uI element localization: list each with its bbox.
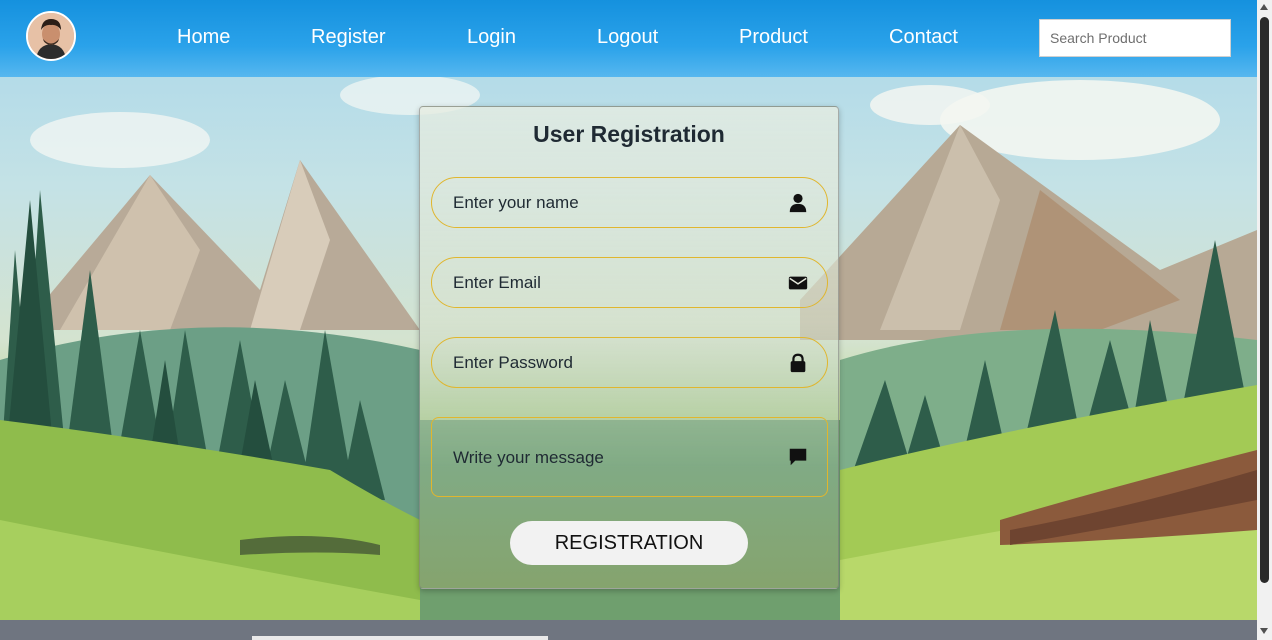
nav-link-register[interactable]: Register bbox=[311, 24, 385, 50]
scrollbar-thumb[interactable] bbox=[1260, 17, 1269, 583]
lock-icon bbox=[790, 353, 806, 373]
password-field[interactable]: Enter Password bbox=[431, 337, 828, 388]
comment-icon bbox=[789, 448, 807, 466]
form-title: User Registration bbox=[533, 121, 725, 147]
message-field[interactable]: Write your message bbox=[431, 417, 828, 497]
name-field[interactable]: Enter your name bbox=[431, 177, 828, 228]
scroll-up-arrow-icon[interactable] bbox=[1260, 4, 1268, 10]
email-field[interactable]: Enter Email bbox=[431, 257, 828, 308]
nav-link-logout[interactable]: Logout bbox=[597, 24, 658, 50]
envelope-icon bbox=[788, 276, 808, 290]
registration-card: User Registration Enter your name Enter … bbox=[419, 106, 839, 589]
nav-link-login[interactable]: Login bbox=[467, 24, 516, 50]
name-placeholder: Enter your name bbox=[453, 193, 579, 212]
email-placeholder: Enter Email bbox=[453, 273, 541, 292]
page: Home Register Login Logout Product Conta… bbox=[0, 0, 1257, 640]
password-placeholder: Enter Password bbox=[453, 353, 573, 372]
nav-link-home[interactable]: Home bbox=[177, 24, 230, 50]
user-icon bbox=[789, 193, 807, 213]
nav-link-contact[interactable]: Contact bbox=[889, 24, 958, 50]
message-placeholder: Write your message bbox=[453, 448, 604, 467]
footer-edge bbox=[252, 636, 548, 640]
nav-link-product[interactable]: Product bbox=[739, 24, 808, 50]
search-product-input[interactable] bbox=[1039, 19, 1231, 57]
registration-button[interactable]: REGISTRATION bbox=[510, 521, 748, 565]
scroll-down-arrow-icon[interactable] bbox=[1260, 628, 1268, 634]
vertical-scrollbar[interactable] bbox=[1257, 0, 1272, 640]
page-bottom-strip bbox=[0, 620, 1257, 640]
profile-avatar[interactable] bbox=[26, 11, 76, 61]
navbar: Home Register Login Logout Product Conta… bbox=[0, 0, 1257, 77]
avatar-portrait-icon bbox=[28, 13, 74, 59]
